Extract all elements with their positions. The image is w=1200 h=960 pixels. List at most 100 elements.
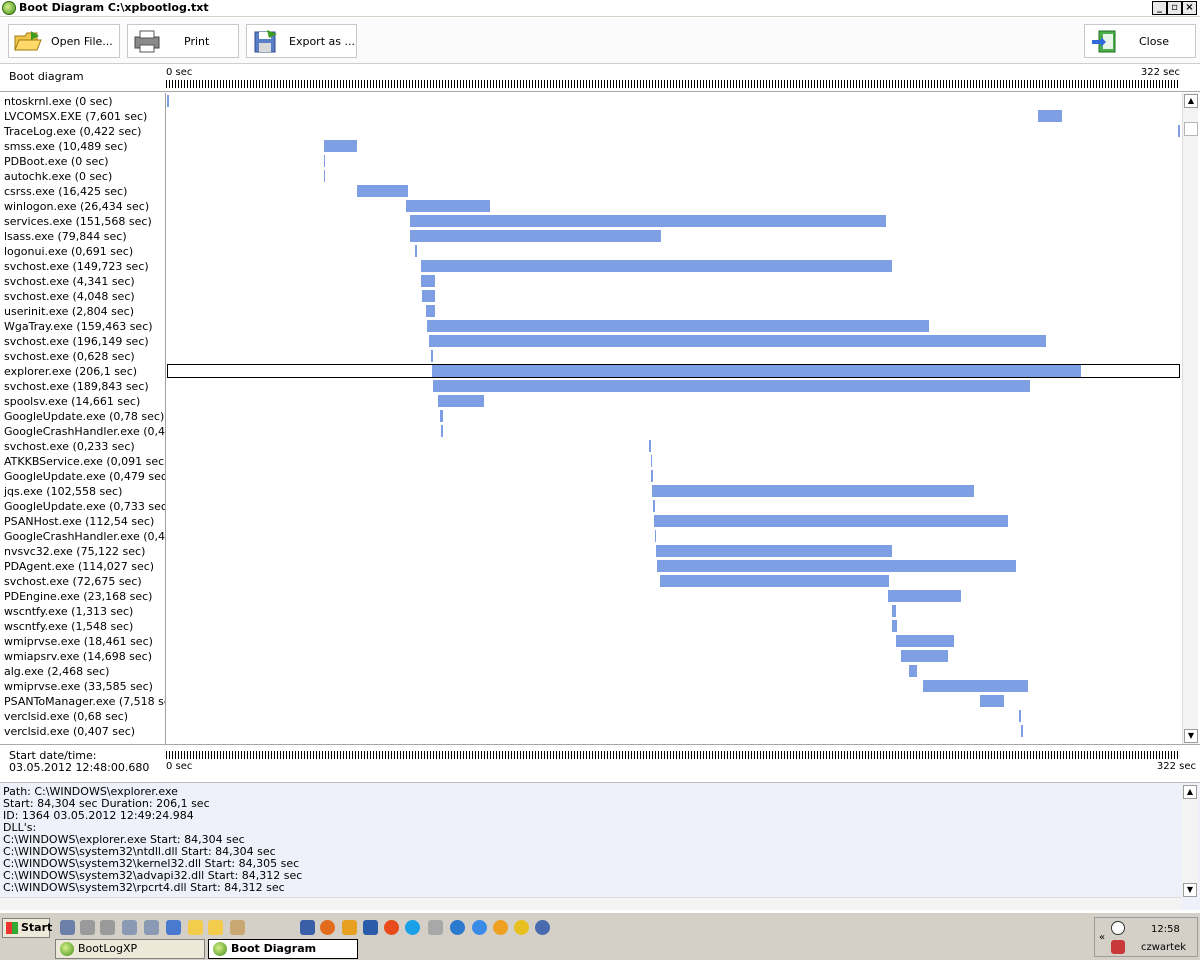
print-button[interactable]: Print xyxy=(127,24,239,58)
process-label[interactable]: verclsid.exe (0,407 sec) xyxy=(4,724,135,739)
process-bar[interactable] xyxy=(167,95,169,107)
process-bar[interactable] xyxy=(323,155,326,167)
process-label[interactable]: svchost.exe (189,843 sec) xyxy=(4,379,149,394)
shield-icon[interactable] xyxy=(1111,940,1125,954)
process-label[interactable]: wmiapsrv.exe (14,698 sec) xyxy=(4,649,152,664)
process-bar[interactable] xyxy=(651,470,653,482)
quicklaunch-icon-1[interactable] xyxy=(60,920,75,935)
maximize-button[interactable]: ▫ xyxy=(1167,1,1182,15)
process-label[interactable]: wmiprvse.exe (33,585 sec) xyxy=(4,679,153,694)
process-bar[interactable] xyxy=(426,320,929,332)
process-label[interactable]: GoogleUpdate.exe (0,733 sec) xyxy=(4,499,165,514)
chart-scrollbar[interactable]: ▲ ▼ xyxy=(1182,93,1198,744)
process-label[interactable]: GoogleCrashHandler.exe (0,43 xyxy=(4,529,165,544)
process-label[interactable]: spoolsv.exe (14,661 sec) xyxy=(4,394,140,409)
process-label[interactable]: jqs.exe (102,558 sec) xyxy=(4,484,122,499)
quicklaunch-icon-6[interactable] xyxy=(166,920,181,935)
clock[interactable]: 12:58 xyxy=(1151,924,1180,935)
process-bar[interactable] xyxy=(414,245,418,257)
process-label[interactable]: PDBoot.exe (0 sec) xyxy=(4,154,109,169)
process-bar[interactable] xyxy=(656,560,1016,572)
process-label[interactable]: explorer.exe (206,1 sec) xyxy=(4,364,137,379)
process-label[interactable]: svchost.exe (72,675 sec) xyxy=(4,574,142,589)
process-label[interactable]: ATKKBService.exe (0,091 sec) xyxy=(4,454,165,469)
process-label[interactable]: autochk.exe (0 sec) xyxy=(4,169,112,184)
process-label[interactable]: nvsvc32.exe (75,122 sec) xyxy=(4,544,145,559)
process-label[interactable]: services.exe (151,568 sec) xyxy=(4,214,152,229)
process-bar[interactable] xyxy=(980,695,1004,707)
process-bar[interactable] xyxy=(356,185,409,197)
scroll-down-arrow[interactable]: ▼ xyxy=(1184,729,1198,743)
process-label[interactable]: alg.exe (2,468 sec) xyxy=(4,664,109,679)
process-bar[interactable] xyxy=(1018,710,1021,722)
process-label[interactable]: svchost.exe (4,048 sec) xyxy=(4,289,135,304)
process-bar[interactable] xyxy=(654,530,657,542)
process-label[interactable]: LVCOMSX.EXE (7,601 sec) xyxy=(4,109,147,124)
quicklaunch-folder-icon-1[interactable] xyxy=(188,920,203,935)
process-bar[interactable] xyxy=(887,590,961,602)
quicklaunch-icon-8[interactable] xyxy=(300,920,315,935)
process-bar[interactable] xyxy=(653,515,1009,527)
quicklaunch-icon-2[interactable] xyxy=(80,920,95,935)
details-scroll-up-arrow[interactable]: ▲ xyxy=(1183,785,1197,799)
process-label[interactable]: GoogleCrashHandler.exe (0,47 xyxy=(4,424,165,439)
process-bar[interactable] xyxy=(428,335,1046,347)
process-bar[interactable] xyxy=(659,575,889,587)
process-label[interactable]: PDAgent.exe (114,027 sec) xyxy=(4,559,154,574)
close-window-button[interactable]: × xyxy=(1182,1,1197,15)
quicklaunch-icon-3[interactable] xyxy=(100,920,115,935)
process-label[interactable]: PSANToManager.exe (7,518 se xyxy=(4,694,165,709)
quicklaunch-icon-7[interactable] xyxy=(230,920,245,935)
process-bar[interactable] xyxy=(1021,725,1023,737)
process-bar[interactable] xyxy=(430,350,433,362)
details-pane[interactable]: Path: C:\WINDOWS\explorer.exe Start: 84,3… xyxy=(0,782,1200,910)
task-bootlogxp[interactable]: BootLogXP xyxy=(55,939,205,959)
process-bar[interactable] xyxy=(650,455,653,467)
process-bar[interactable] xyxy=(437,395,484,407)
close-button[interactable]: Close xyxy=(1084,24,1196,58)
process-bar[interactable] xyxy=(1178,125,1180,137)
tray-expand-icon[interactable]: « xyxy=(1099,932,1105,943)
firefox-icon[interactable] xyxy=(320,920,335,935)
process-label[interactable]: smss.exe (10,489 sec) xyxy=(4,139,128,154)
process-bar[interactable] xyxy=(922,680,1029,692)
process-label[interactable]: GoogleUpdate.exe (0,479 sec) xyxy=(4,469,165,484)
process-bar[interactable] xyxy=(891,620,897,632)
process-bar[interactable] xyxy=(651,485,975,497)
process-bar[interactable] xyxy=(420,275,435,287)
quicklaunch-folder-icon-2[interactable] xyxy=(208,920,223,935)
quicklaunch-icon-12[interactable] xyxy=(493,920,508,935)
process-bar[interactable] xyxy=(323,170,326,182)
panda-icon[interactable] xyxy=(1111,921,1125,935)
chrome-icon[interactable] xyxy=(514,920,529,935)
process-label[interactable]: svchost.exe (4,341 sec) xyxy=(4,274,135,289)
details-scrollbar[interactable]: ▲ ▼ xyxy=(1182,785,1198,897)
skype-icon[interactable] xyxy=(405,920,420,935)
process-label[interactable]: svchost.exe (196,149 sec) xyxy=(4,334,149,349)
process-bar[interactable] xyxy=(420,260,892,272)
process-bar[interactable] xyxy=(891,605,896,617)
process-bar[interactable] xyxy=(425,305,435,317)
process-label[interactable]: csrss.exe (16,425 sec) xyxy=(4,184,127,199)
process-bar[interactable] xyxy=(901,650,948,662)
process-bar[interactable] xyxy=(895,635,954,647)
quicklaunch-icon-11[interactable] xyxy=(450,920,465,935)
process-label[interactable]: winlogon.exe (26,434 sec) xyxy=(4,199,149,214)
process-bar[interactable] xyxy=(432,365,1081,377)
quicklaunch-icon-13[interactable] xyxy=(535,920,550,935)
process-bar[interactable] xyxy=(323,140,357,152)
process-label[interactable]: svchost.exe (0,628 sec) xyxy=(4,349,135,364)
internet-explorer-icon[interactable] xyxy=(472,920,487,935)
scroll-up-arrow[interactable]: ▲ xyxy=(1184,94,1198,108)
process-label[interactable]: verclsid.exe (0,68 sec) xyxy=(4,709,128,724)
process-bar[interactable] xyxy=(655,545,893,557)
process-label[interactable]: PSANHost.exe (112,54 sec) xyxy=(4,514,154,529)
task-boot-diagram[interactable]: Boot Diagram xyxy=(208,939,358,959)
process-label[interactable]: wmiprvse.exe (18,461 sec) xyxy=(4,634,153,649)
process-bar[interactable] xyxy=(409,230,661,242)
process-bar[interactable] xyxy=(441,425,443,437)
quicklaunch-icon-10[interactable] xyxy=(428,920,443,935)
process-label[interactable]: svchost.exe (0,233 sec) xyxy=(4,439,135,454)
details-horizontal-scrollbar[interactable] xyxy=(0,897,1182,910)
word-icon[interactable] xyxy=(363,920,378,935)
